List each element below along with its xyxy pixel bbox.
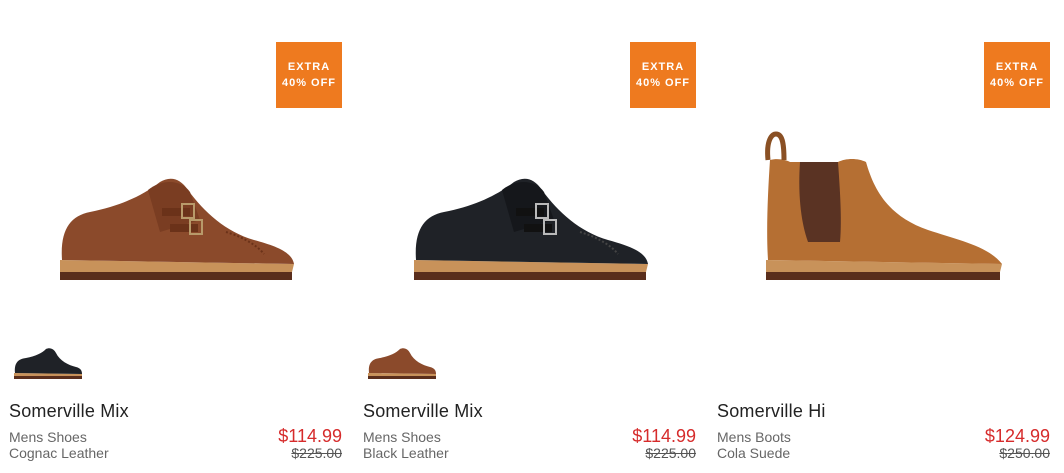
product-category: Mens Shoes [363,429,441,445]
product-color: Cognac Leather [9,445,109,461]
product-name[interactable]: Somerville Hi [717,401,826,422]
product-image-area[interactable]: EXTRA 40% OFF [354,30,698,340]
discount-badge: EXTRA 40% OFF [984,42,1050,108]
badge-line-2: 40% OFF [989,77,1045,89]
original-price: $225.00 [291,445,342,461]
sale-price: $124.99 [984,426,1050,446]
product-image[interactable] [384,120,664,290]
product-card[interactable]: EXTRA 40% OFF Somerville Mix Mens Shoes … [0,0,344,473]
badge-line-1: EXTRA [287,61,331,73]
monk-strap-shoe-image [414,178,648,280]
chelsea-boot-image [765,131,1002,280]
product-image[interactable] [30,120,310,290]
badge-line-2: 40% OFF [281,77,337,89]
discount-badge: EXTRA 40% OFF [276,42,342,108]
sale-price: $114.99 [278,426,342,446]
monk-strap-shoe-image [60,178,294,280]
color-swatch[interactable] [10,345,86,383]
original-price: $225.00 [645,445,696,461]
product-name[interactable]: Somerville Mix [9,401,129,422]
product-image[interactable] [738,120,1018,290]
product-image-area[interactable]: EXTRA 40% OFF [708,30,1052,340]
product-color: Cola Suede [717,445,791,461]
product-color: Black Leather [363,445,449,461]
sale-price: $114.99 [632,426,696,446]
color-swatch-image [14,348,83,379]
color-swatch[interactable] [364,345,440,383]
product-card[interactable]: EXTRA 40% OFF Somerville Mix Mens Shoes … [354,0,698,473]
badge-line-2: 40% OFF [635,77,691,89]
color-swatch-image [368,348,436,379]
product-image-area[interactable]: EXTRA 40% OFF [0,30,344,340]
badge-line-1: EXTRA [995,61,1039,73]
product-category: Mens Shoes [9,429,87,445]
discount-badge: EXTRA 40% OFF [630,42,696,108]
product-card[interactable]: EXTRA 40% OFF Somerville Hi Mens Boots C… [708,0,1052,473]
product-grid: EXTRA 40% OFF Somerville Mix Mens Shoes … [0,0,1064,473]
original-price: $250.00 [999,445,1050,461]
product-category: Mens Boots [717,429,791,445]
badge-line-1: EXTRA [641,61,685,73]
product-name[interactable]: Somerville Mix [363,401,483,422]
